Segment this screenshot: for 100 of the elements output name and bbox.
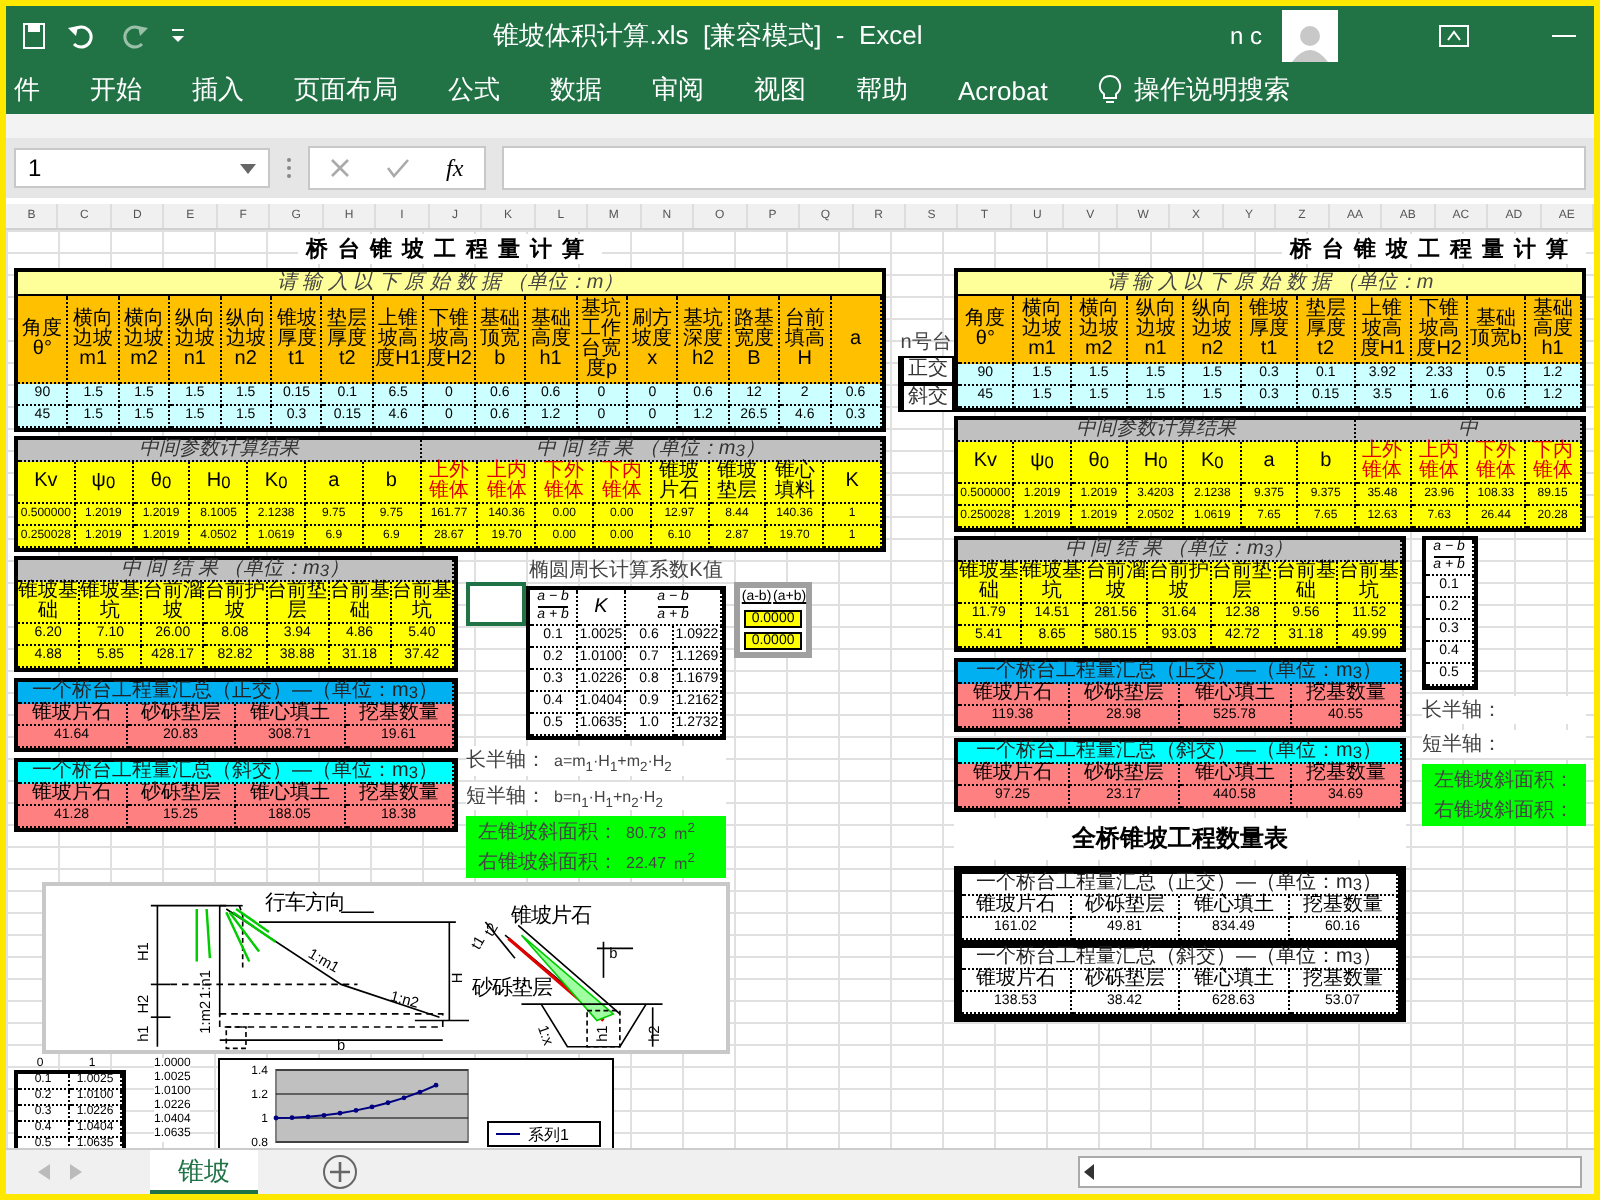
ribbon-tab[interactable]: 页面布局 <box>294 72 398 108</box>
insert-function-button[interactable]: fx <box>446 153 464 183</box>
column-header: 基础顶宽b <box>1468 296 1526 364</box>
chart-legend: 系列1 <box>487 1121 602 1148</box>
ribbon-tab[interactable]: 帮助 <box>856 72 908 108</box>
column-header: 上外锥体 <box>421 462 479 504</box>
column-header: 角度θ° <box>958 296 1015 364</box>
column-header: 锥心填料 <box>766 462 825 504</box>
column-header: 基础顶宽b <box>475 296 527 384</box>
column-header: 下内锥体 <box>1525 442 1582 484</box>
dimension-label: 行车方向 <box>264 893 344 916</box>
column-header: b <box>1298 442 1356 484</box>
sheet-title: 桥台锥坡工程量计算 <box>298 234 602 264</box>
sheet-tab[interactable]: 锥坡 <box>150 1150 258 1194</box>
column-header: 砂砾垫层 <box>127 784 236 806</box>
sheet-title: 桥台锥坡工程量计算 <box>1282 234 1586 264</box>
ribbon-tab[interactable]: 开始 <box>90 72 142 108</box>
column-header: 基坑深度h2 <box>678 296 730 384</box>
ribbon-tab[interactable]: 数据 <box>550 72 602 108</box>
table-caption: 请 输 入 以 下 原 始 数 据 （单位：m） <box>18 272 882 296</box>
column-header: 锥心填土 <box>1180 764 1291 786</box>
dimension-label: H1 <box>132 942 151 962</box>
search-field[interactable]: 操作说明搜索 <box>1133 72 1290 108</box>
column-header: 路基宽度B <box>729 296 781 384</box>
ribbon-tab[interactable]: 视图 <box>754 72 806 108</box>
ribbon-tab[interactable]: 审阅 <box>652 72 704 108</box>
column-header: 下外锥体 <box>536 462 594 504</box>
column-header: 基础高度h1 <box>526 296 578 384</box>
column-header: 锥坡厚度t1 <box>1241 296 1299 364</box>
table-title: 全桥锥坡工程数量表 <box>954 818 1406 860</box>
table-cell: 斜交 <box>898 384 954 412</box>
column-header: 横向边坡m2 <box>1071 296 1129 364</box>
column-header: 上锥坡高度H1 <box>1355 296 1412 364</box>
row-label: n号台 <box>898 329 954 356</box>
column-header: 上内锥体 <box>1411 442 1469 484</box>
column-header: 上外锥体 <box>1355 442 1412 484</box>
column-header: 纵向边坡n2 <box>221 296 273 384</box>
ribbon-tab[interactable]: 插入 <box>192 72 244 108</box>
column-header: Kv <box>958 442 1015 484</box>
ribbon-tab[interactable]: 公式 <box>448 72 500 108</box>
column-header: 砂砾垫层 <box>127 704 236 726</box>
table-caption: 中间参数计算结果 <box>18 440 422 462</box>
column-header: 砂砾垫层 <box>1069 764 1180 786</box>
formula-note: 短半轴： b=n$_{1}$·H$_{1}$+n$_{2}$·H$_{2}$ <box>466 781 726 811</box>
dimension-label: 1:m2 <box>194 1001 213 1034</box>
table-caption: 中 <box>1355 420 1582 442</box>
column-header: 纵向边坡n1 <box>170 296 222 384</box>
user-name[interactable]: n c <box>1229 22 1262 50</box>
table-cell: 正交 <box>898 356 954 384</box>
column-header: a <box>831 296 882 384</box>
dimension-label: h1 <box>591 1025 610 1043</box>
column-header: 砂砾垫层 <box>1071 970 1180 992</box>
column-header: 垫层厚度t2 <box>322 296 374 384</box>
column-header: 台前填高H <box>780 296 832 384</box>
column-header: 垫层厚度t2 <box>1298 296 1356 364</box>
column-header: 横向边坡m1 <box>68 296 120 384</box>
column-header: 锥坡厚度t1 <box>272 296 323 384</box>
column-header: 上内锥体 <box>478 462 537 504</box>
ribbon-tab[interactable]: 件 <box>14 72 40 108</box>
table-caption: 中间参数计算结果 <box>958 420 1356 442</box>
column-header: a <box>1241 442 1299 484</box>
name-box[interactable]: 1 <box>14 148 270 188</box>
column-header: 下锥坡高度H2 <box>424 296 476 384</box>
column-header: a <box>305 462 364 504</box>
area-result: 左锥坡斜面积： 80.73 m$^{2}$ <box>478 819 697 847</box>
column-header: 锥坡片石 <box>651 462 710 504</box>
column-header: 纵向边坡n1 <box>1128 296 1185 364</box>
area-result: 左锥坡斜面积： <box>1434 767 1574 794</box>
column-header: Kv <box>18 462 76 504</box>
formula-note: 短半轴： <box>1422 730 1586 758</box>
table-caption: 椭圆周长计算系数K值 <box>527 557 725 584</box>
column-header: 上锥坡高度H1 <box>373 296 425 384</box>
column-header: 砂砾垫层 <box>1071 896 1180 918</box>
column-header: 下锥坡高度H2 <box>1411 296 1469 364</box>
area-result: 右锥坡斜面积： <box>1434 797 1574 824</box>
column-header: 下内锥体 <box>593 462 652 504</box>
dimension-label: 砂砾垫层 <box>470 978 551 1001</box>
dimension-label: 锥坡片石 <box>510 906 590 929</box>
column-header: 砂砾垫层 <box>1069 684 1180 706</box>
column-header: 横向边坡m2 <box>119 296 171 384</box>
area-result: 右锥坡斜面积： 22.47 m$^{2}$ <box>478 849 697 877</box>
dimension-label: H <box>447 972 466 984</box>
column-header: K <box>824 462 882 504</box>
window-title: 锥坡体积计算.xls [兼容模式] - Excel <box>491 18 925 54</box>
column-header: 基坑工作台宽度p <box>577 296 628 384</box>
ribbon-tab[interactable]: Acrobat <box>958 75 1048 105</box>
dimension-label: b <box>335 1036 345 1051</box>
column-header: b <box>363 462 422 504</box>
column-header: 刷方坡度x <box>627 296 679 384</box>
column-header: 横向边坡m1 <box>1014 296 1072 364</box>
dimension-label: H2 <box>132 995 151 1014</box>
column-header: 纵向边坡n2 <box>1184 296 1242 364</box>
column-header: 基础高度h1 <box>1525 296 1582 364</box>
formula-note: 长半轴： <box>1422 696 1586 724</box>
table-caption: 请 输 入 以 下 原 始 数 据 （单位：m <box>958 272 1582 296</box>
column-header: K <box>578 590 626 626</box>
formula-note: 长半轴： a=m$_{1}$·H$_{1}$+m$_{2}$·H$_{2}$ <box>466 746 726 776</box>
column-header: 角度θ° <box>18 296 69 384</box>
column-header: 下外锥体 <box>1468 442 1526 484</box>
column-header: 锥心填土 <box>1180 684 1291 706</box>
